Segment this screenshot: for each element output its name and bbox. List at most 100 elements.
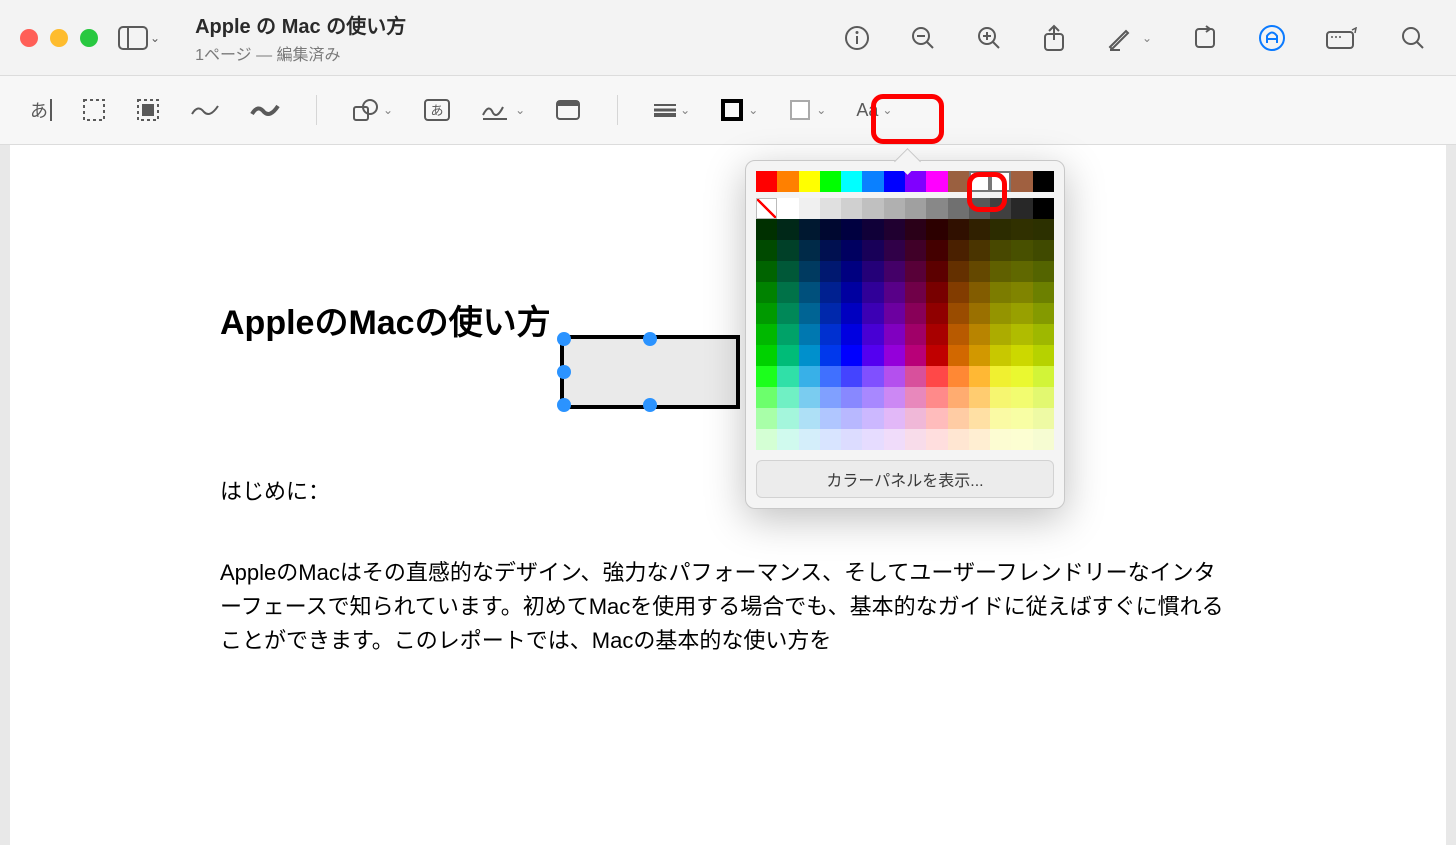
color-swatch[interactable] [756, 387, 777, 408]
color-swatch[interactable] [926, 387, 947, 408]
color-swatch[interactable] [905, 219, 926, 240]
color-swatch[interactable] [820, 366, 841, 387]
color-swatch[interactable] [990, 219, 1011, 240]
color-swatch[interactable] [990, 240, 1011, 261]
show-color-panel-button[interactable]: カラーパネルを表示... [756, 460, 1054, 498]
color-swatch[interactable] [862, 282, 883, 303]
color-swatch[interactable] [1033, 240, 1054, 261]
color-swatch[interactable] [884, 303, 905, 324]
color-swatch[interactable] [799, 198, 820, 219]
color-swatch[interactable] [926, 429, 947, 450]
color-swatch[interactable] [799, 282, 820, 303]
color-swatch[interactable] [905, 408, 926, 429]
color-swatch[interactable] [1011, 408, 1032, 429]
zoom-in-icon[interactable] [976, 25, 1002, 51]
color-swatch[interactable] [990, 345, 1011, 366]
color-swatch[interactable] [926, 303, 947, 324]
color-swatch[interactable] [799, 303, 820, 324]
color-swatch[interactable] [777, 366, 798, 387]
color-swatch[interactable] [926, 408, 947, 429]
draw-tool[interactable] [250, 100, 280, 120]
color-swatch[interactable] [948, 240, 969, 261]
color-swatch[interactable] [841, 261, 862, 282]
color-swatch[interactable] [884, 324, 905, 345]
sketch-tool[interactable] [190, 100, 220, 120]
color-swatch[interactable] [1033, 366, 1054, 387]
color-swatch[interactable] [777, 198, 798, 219]
color-swatch[interactable] [969, 219, 990, 240]
color-swatch[interactable] [820, 171, 841, 192]
color-swatch[interactable] [990, 261, 1011, 282]
color-swatch[interactable] [820, 219, 841, 240]
color-swatch[interactable] [884, 261, 905, 282]
color-swatch[interactable] [905, 345, 926, 366]
color-swatch[interactable] [820, 345, 841, 366]
font-style-dropdown[interactable]: Aa⌄ [856, 100, 892, 121]
color-swatch[interactable] [990, 324, 1011, 345]
color-swatch[interactable] [884, 198, 905, 219]
color-swatch[interactable] [862, 219, 883, 240]
color-swatch[interactable] [948, 171, 969, 192]
color-swatch[interactable] [756, 282, 777, 303]
color-swatch[interactable] [1011, 303, 1032, 324]
color-swatch[interactable] [799, 219, 820, 240]
sign-tool[interactable]: ⌄ [481, 99, 525, 121]
document-canvas[interactable]: AppleのMacの使い方 はじめに： AppleのMacはその直感的なデザイン… [10, 145, 1446, 845]
color-swatch[interactable] [1011, 324, 1032, 345]
minimize-window[interactable] [50, 29, 68, 47]
color-swatch[interactable] [948, 324, 969, 345]
color-swatch[interactable] [969, 282, 990, 303]
color-swatch[interactable] [905, 261, 926, 282]
color-swatch[interactable] [841, 171, 862, 192]
color-swatch[interactable] [926, 282, 947, 303]
color-swatch[interactable] [926, 366, 947, 387]
color-swatch[interactable] [926, 171, 947, 192]
form-icon[interactable] [1326, 27, 1360, 49]
line-style-dropdown[interactable]: ⌄ [654, 103, 690, 117]
color-swatch[interactable] [756, 219, 777, 240]
color-swatch[interactable] [884, 171, 905, 192]
color-swatch[interactable] [756, 303, 777, 324]
color-swatch[interactable] [948, 387, 969, 408]
chevron-down-icon[interactable]: ⌄ [1142, 31, 1152, 45]
color-swatch[interactable] [1011, 429, 1032, 450]
color-swatch[interactable] [777, 282, 798, 303]
color-swatch[interactable] [884, 345, 905, 366]
color-swatch[interactable] [969, 324, 990, 345]
color-swatch[interactable] [905, 429, 926, 450]
color-swatch[interactable] [841, 198, 862, 219]
search-icon[interactable] [1400, 25, 1426, 51]
select-filled-tool[interactable] [136, 98, 160, 122]
color-swatch[interactable] [990, 387, 1011, 408]
color-swatch[interactable] [884, 219, 905, 240]
color-swatch[interactable] [841, 303, 862, 324]
shapes-dropdown[interactable]: ⌄ [353, 99, 393, 121]
color-swatch[interactable] [1011, 240, 1032, 261]
border-color-dropdown[interactable]: ⌄ [720, 98, 758, 122]
color-swatch[interactable] [862, 303, 883, 324]
color-swatch[interactable] [884, 408, 905, 429]
color-swatch[interactable] [990, 282, 1011, 303]
color-swatch[interactable] [969, 408, 990, 429]
color-swatch[interactable] [884, 240, 905, 261]
color-swatch[interactable] [926, 198, 947, 219]
color-swatch[interactable] [862, 198, 883, 219]
select-rect-tool[interactable] [82, 98, 106, 122]
color-swatch[interactable] [990, 408, 1011, 429]
color-swatch[interactable] [905, 171, 926, 192]
color-swatch[interactable] [926, 324, 947, 345]
color-swatch[interactable] [948, 198, 969, 219]
color-swatch[interactable] [841, 387, 862, 408]
color-swatch[interactable] [969, 198, 990, 219]
color-swatch[interactable] [1033, 429, 1054, 450]
color-swatch[interactable] [777, 324, 798, 345]
color-swatch[interactable] [905, 303, 926, 324]
color-swatch[interactable] [926, 240, 947, 261]
color-swatch[interactable] [841, 324, 862, 345]
color-swatch[interactable] [756, 345, 777, 366]
color-swatch[interactable] [1011, 171, 1032, 192]
color-swatch[interactable] [777, 171, 798, 192]
highlight-icon[interactable] [1106, 25, 1132, 51]
color-swatch[interactable] [820, 303, 841, 324]
color-swatch[interactable] [990, 366, 1011, 387]
